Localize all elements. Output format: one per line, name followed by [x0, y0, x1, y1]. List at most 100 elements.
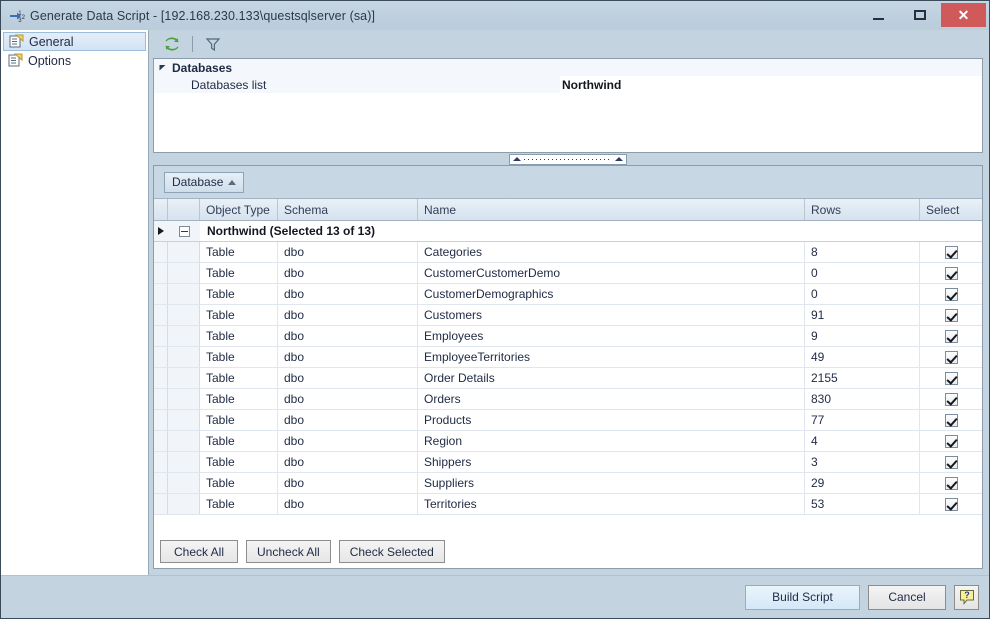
close-button[interactable]: ✕: [941, 3, 986, 27]
cell-schema: dbo: [278, 305, 418, 325]
refresh-icon: [165, 37, 179, 51]
select-checkbox[interactable]: [944, 371, 958, 385]
select-checkbox[interactable]: [944, 434, 958, 448]
cell-select[interactable]: [920, 389, 982, 409]
group-by-chip-database[interactable]: Database: [164, 171, 245, 193]
cell-select[interactable]: [920, 431, 982, 451]
column-header-rows[interactable]: Rows: [805, 199, 920, 220]
column-header-select[interactable]: Select: [920, 199, 982, 220]
toolbar-separator: [192, 36, 193, 52]
help-button[interactable]: ?: [954, 584, 979, 610]
cell-select[interactable]: [920, 473, 982, 493]
column-header-object-type[interactable]: Object Type: [200, 199, 278, 220]
maximize-button[interactable]: [899, 3, 941, 27]
group-by-bar[interactable]: Database: [154, 166, 982, 199]
property-value[interactable]: Northwind: [560, 76, 982, 93]
select-checkbox[interactable]: [944, 287, 958, 301]
sidebar-item-options[interactable]: Options: [1, 51, 148, 70]
collapse-minus-icon[interactable]: [178, 225, 190, 237]
table-row[interactable]: Table dbo CustomerCustomerDemo 0: [154, 263, 982, 284]
cell-select[interactable]: [920, 263, 982, 283]
window-body: General Options Databases Databases list…: [1, 30, 989, 576]
cell-object-type: Table: [200, 242, 278, 262]
row-indicator-cell: [154, 284, 168, 304]
cell-rows: 830: [805, 389, 920, 409]
cell-object-type: Table: [200, 263, 278, 283]
check-selected-button[interactable]: Check Selected: [338, 540, 445, 563]
select-checkbox[interactable]: [944, 329, 958, 343]
sort-ascending-icon[interactable]: [228, 179, 237, 185]
check-all-button[interactable]: Check All: [160, 540, 238, 563]
cell-select[interactable]: [920, 242, 982, 262]
row-indicator-cell: [154, 410, 168, 430]
row-group-gutter: [168, 284, 200, 304]
cell-name: Orders: [418, 389, 805, 409]
cell-select[interactable]: [920, 410, 982, 430]
select-checkbox[interactable]: [944, 497, 958, 511]
table-row[interactable]: Table dbo EmployeeTerritories 49: [154, 347, 982, 368]
cell-select[interactable]: [920, 494, 982, 514]
triangle-down-icon[interactable]: [615, 157, 623, 161]
select-checkbox[interactable]: [944, 308, 958, 322]
column-header-schema[interactable]: Schema: [278, 199, 418, 220]
table-row[interactable]: Table dbo Customers 91: [154, 305, 982, 326]
header-group-gutter: [168, 199, 200, 220]
cell-rows: 77: [805, 410, 920, 430]
select-checkbox[interactable]: [944, 455, 958, 469]
minimize-button[interactable]: [857, 3, 899, 27]
cell-select[interactable]: [920, 326, 982, 346]
row-indicator-cell: [154, 347, 168, 367]
cell-select[interactable]: [920, 347, 982, 367]
select-checkbox[interactable]: [944, 413, 958, 427]
triangle-up-icon[interactable]: [513, 157, 521, 161]
title-bar[interactable]: 1 3 2 Generate Data Script - [192.168.23…: [1, 1, 989, 30]
table-row[interactable]: Table dbo Products 77: [154, 410, 982, 431]
dialog-footer: Build Script Cancel ?: [1, 575, 989, 618]
property-category-row[interactable]: Databases: [154, 59, 982, 76]
collapse-triangle-icon[interactable]: [154, 63, 170, 72]
row-group-gutter: [168, 368, 200, 388]
select-checkbox[interactable]: [944, 392, 958, 406]
table-row[interactable]: Table dbo CustomerDemographics 0: [154, 284, 982, 305]
build-script-button[interactable]: Build Script: [745, 584, 860, 610]
table-row[interactable]: Table dbo Suppliers 29: [154, 473, 982, 494]
select-checkbox[interactable]: [944, 476, 958, 490]
grid-group-row[interactable]: Northwind (Selected 13 of 13): [154, 221, 982, 242]
table-row[interactable]: Table dbo Orders 830: [154, 389, 982, 410]
cell-name: CustomerCustomerDemo: [418, 263, 805, 283]
table-row[interactable]: Table dbo Employees 9: [154, 326, 982, 347]
filter-button[interactable]: [202, 33, 224, 55]
cell-select[interactable]: [920, 368, 982, 388]
cancel-button[interactable]: Cancel: [868, 584, 946, 610]
row-group-gutter: [168, 326, 200, 346]
row-indicator-cell: [154, 389, 168, 409]
cell-rows: 9: [805, 326, 920, 346]
column-header-name[interactable]: Name: [418, 199, 805, 220]
row-group-gutter: [168, 494, 200, 514]
table-row[interactable]: Table dbo Order Details 2155: [154, 368, 982, 389]
sidebar-item-general[interactable]: General: [3, 32, 146, 51]
select-checkbox[interactable]: [944, 266, 958, 280]
panel-splitter[interactable]: [153, 153, 983, 165]
generate-data-script-window: 1 3 2 Generate Data Script - [192.168.23…: [0, 0, 990, 619]
cell-rows: 3: [805, 452, 920, 472]
splitter-handle[interactable]: [509, 153, 627, 165]
cell-select[interactable]: [920, 305, 982, 325]
uncheck-all-button[interactable]: Uncheck All: [246, 540, 331, 563]
table-row[interactable]: Table dbo Categories 8: [154, 242, 982, 263]
cell-select[interactable]: [920, 452, 982, 472]
refresh-button[interactable]: [161, 33, 183, 55]
property-category-label: Databases: [172, 60, 233, 75]
select-checkbox[interactable]: [944, 245, 958, 259]
property-row-databases-list[interactable]: Databases list Northwind: [154, 76, 982, 93]
table-row[interactable]: Table dbo Territories 53: [154, 494, 982, 515]
sidebar: General Options: [1, 30, 149, 576]
cell-object-type: Table: [200, 326, 278, 346]
cell-select[interactable]: [920, 284, 982, 304]
table-row[interactable]: Table dbo Region 4: [154, 431, 982, 452]
svg-text:2: 2: [22, 15, 25, 21]
group-expander-cell[interactable]: [168, 221, 200, 241]
select-checkbox[interactable]: [944, 350, 958, 364]
row-group-gutter: [168, 389, 200, 409]
table-row[interactable]: Table dbo Shippers 3: [154, 452, 982, 473]
